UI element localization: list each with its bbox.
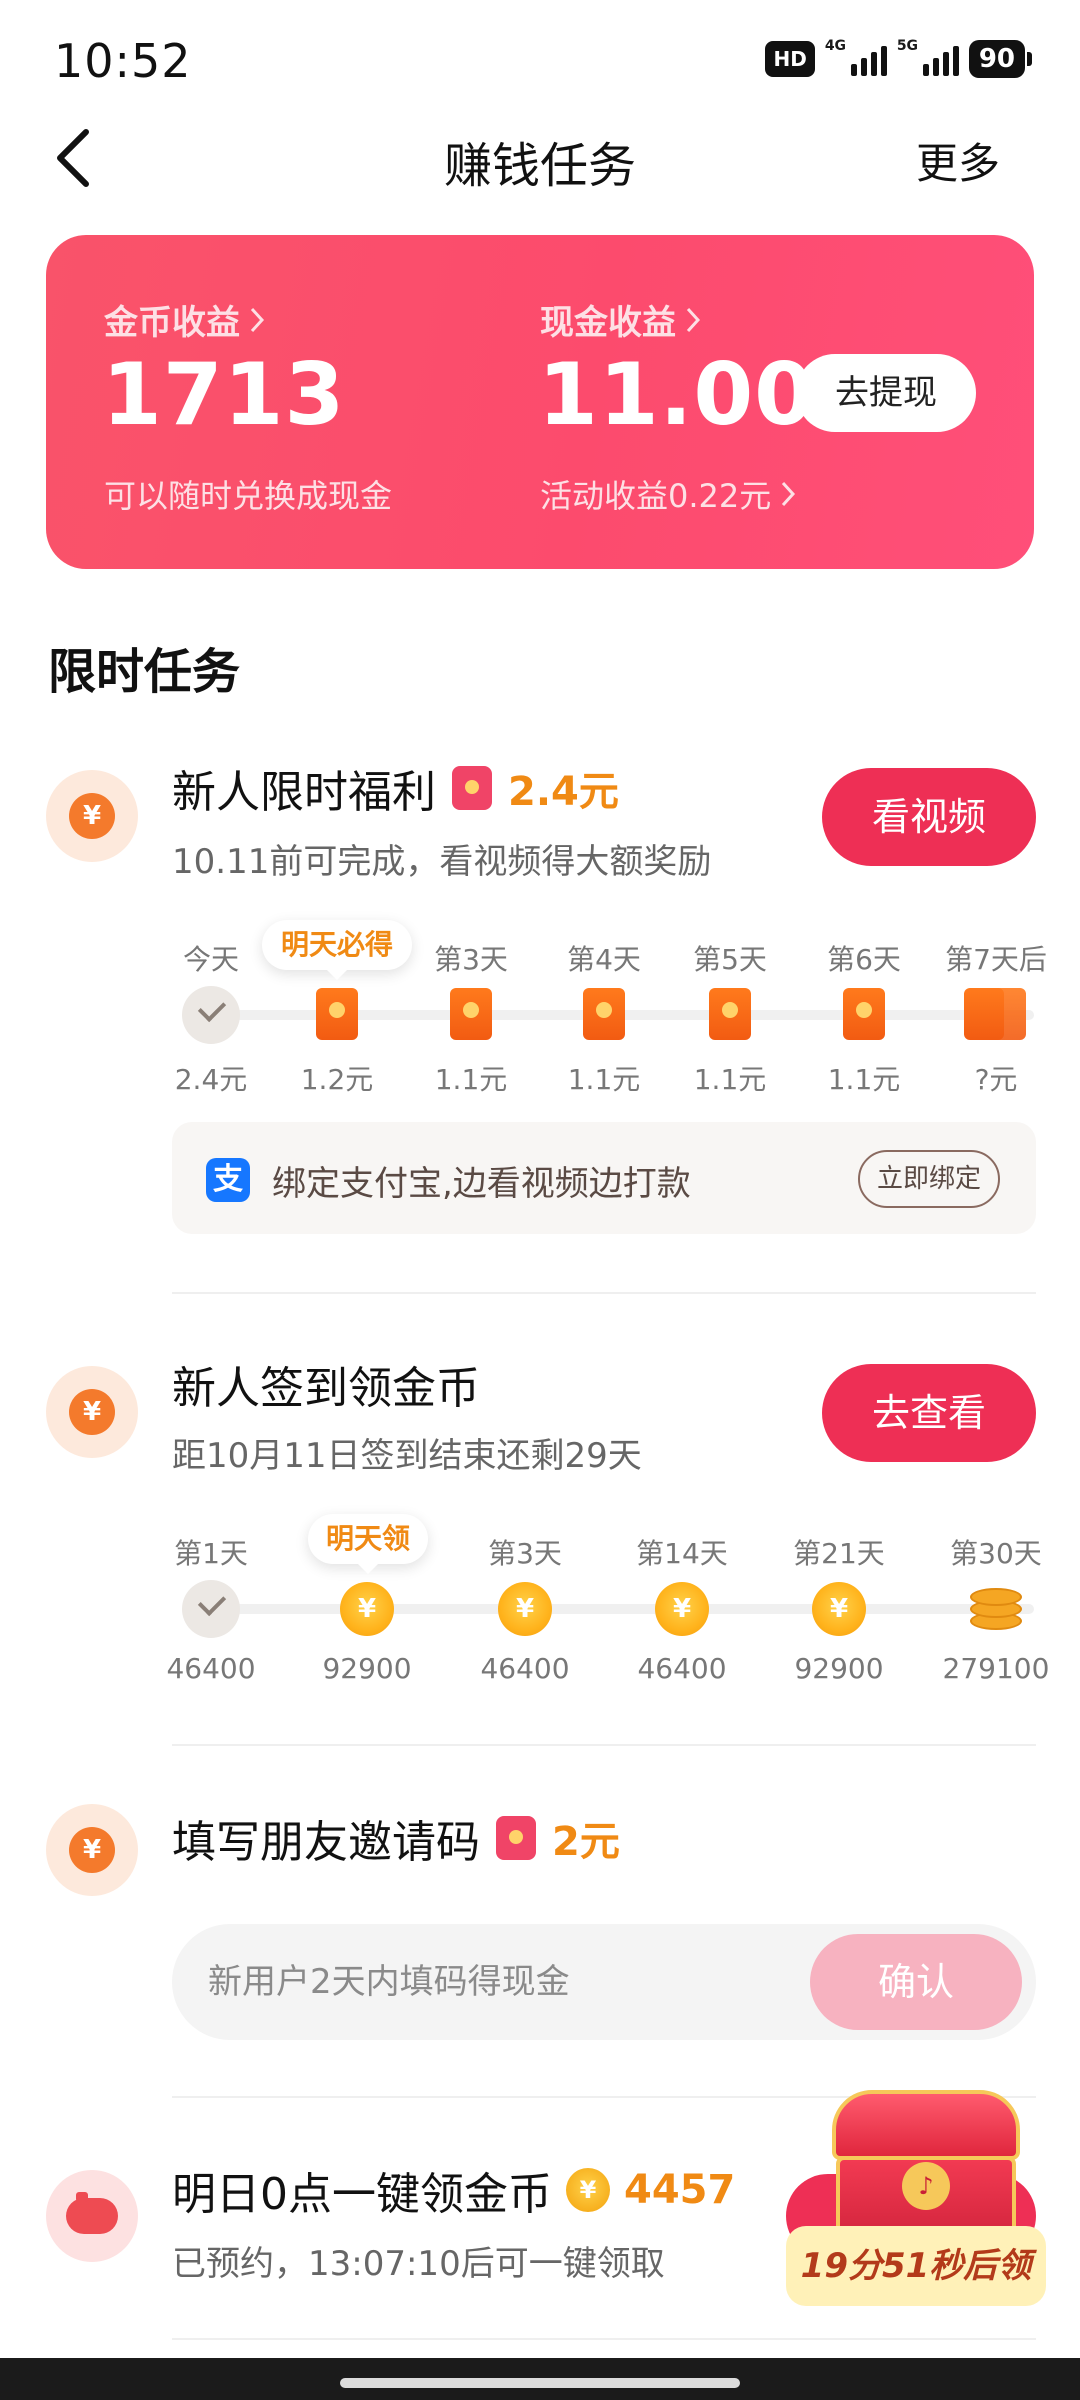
tomorrow-bubble: 明天必得 — [262, 920, 412, 980]
alipay-bind-banner[interactable]: 支 绑定支付宝,边看视频边打款 立即绑定 — [172, 1122, 1036, 1234]
tomorrow-bubble: 明天领 — [308, 1514, 428, 1574]
more-button[interactable]: 更多 — [916, 130, 1000, 191]
chevron-right-icon — [686, 307, 701, 332]
timeline-value: 92900 — [322, 1652, 412, 1685]
task-subtitle: 距10月11日签到结束还剩29天 — [172, 1436, 642, 1476]
timeline-day: 第30天 — [950, 1537, 1042, 1570]
red-packet-icon — [316, 988, 358, 1040]
task-title: 明日0点一键领金币 — [172, 2169, 552, 2220]
signal-4g-icon: 4G — [825, 38, 887, 76]
alipay-icon: 支 — [206, 1158, 250, 1202]
coin-earnings-sub: 可以随时兑换成现金 — [104, 477, 393, 515]
status-icons: HD 4G 5G 90 — [765, 38, 1032, 78]
battery-level: 90 — [968, 40, 1025, 78]
timeline-value: 46400 — [637, 1652, 727, 1685]
coin-earnings-label: 金币收益 — [104, 303, 240, 343]
coin-icon: ¥ — [46, 1366, 138, 1458]
coin-icon: ¥ — [655, 1582, 709, 1636]
bind-now-button[interactable]: 立即绑定 — [858, 1150, 1000, 1208]
chevron-right-icon — [782, 481, 796, 507]
coin-icon: ¥ — [566, 2168, 610, 2212]
signal-4g-label: 4G — [824, 38, 847, 54]
divider — [172, 1744, 1036, 1746]
divider — [172, 1292, 1036, 1294]
red-packets-icon — [964, 988, 1028, 1040]
timeline-day: 第7天后 — [945, 943, 1047, 976]
timeline-value: 46400 — [166, 1652, 256, 1685]
divider — [172, 2338, 1036, 2340]
timeline-value: 279100 — [942, 1652, 1050, 1685]
view-button[interactable]: 去查看 — [822, 1364, 1036, 1462]
task-title: 新人签到领金币 — [172, 1363, 480, 1414]
status-time: 10:52 — [54, 34, 192, 88]
timeline-day: 第21天 — [793, 1537, 885, 1570]
confirm-button[interactable]: 确认 — [810, 1934, 1022, 2030]
coin-stack-icon — [966, 1582, 1026, 1636]
task-title: 新人限时福利 — [172, 767, 436, 818]
timeline-day: 今天 — [182, 943, 239, 976]
task-reward: 2元 — [552, 1819, 620, 1865]
timeline-day: 第1天 — [174, 1537, 248, 1570]
withdraw-button[interactable]: 去提现 — [796, 354, 976, 432]
red-packet-icon — [452, 766, 492, 810]
battery-icon: 90 — [968, 40, 1032, 78]
timeline-day: 第3天 — [434, 943, 508, 976]
invite-code-input[interactable] — [208, 1952, 768, 2012]
coin-icon: ¥ — [340, 1582, 394, 1636]
piggy-bank-icon — [46, 2170, 138, 2262]
red-packet-icon — [709, 988, 751, 1040]
alipay-bind-text: 绑定支付宝,边看视频边打款 — [272, 1164, 691, 1204]
timeline-value: ?元 — [974, 1063, 1018, 1096]
watch-video-button[interactable]: 看视频 — [822, 768, 1036, 866]
activity-earnings-link[interactable]: 活动收益0.22元 — [540, 471, 797, 517]
coin-icon: ¥ — [46, 1804, 138, 1896]
task-title: 填写朋友邀请码 — [172, 1817, 480, 1868]
cash-earnings-value: 11.00 — [538, 345, 816, 445]
cash-earnings-label: 现金收益 — [540, 303, 676, 343]
task-reward: 2.4元 — [508, 769, 619, 815]
task-reward: 4457 — [624, 2167, 736, 2213]
task-subtitle: 已预约，13:07:10后可一键领取 — [172, 2244, 665, 2284]
coin-earnings-link[interactable]: 金币收益 — [104, 295, 266, 344]
cash-earnings-link[interactable]: 现金收益 — [540, 295, 702, 344]
task-title-row: 明日0点一键领金币 ¥ 4457 — [172, 2158, 735, 2222]
coin-icon: ¥ — [812, 1582, 866, 1636]
red-packet-icon — [583, 988, 625, 1040]
check-icon — [182, 986, 240, 1044]
signal-5g-label: 5G — [896, 38, 919, 54]
section-title: 限时任务 — [48, 644, 241, 700]
task-title-row: 填写朋友邀请码 2元 — [172, 1806, 620, 1870]
red-packet-icon — [450, 988, 492, 1040]
task-subtitle: 10.11前可完成，看视频得大额奖励 — [172, 842, 712, 882]
red-packet-icon — [843, 988, 885, 1040]
home-indicator[interactable] — [340, 2378, 740, 2388]
signal-5g-icon: 5G — [897, 38, 959, 76]
red-packet-icon — [496, 1816, 536, 1860]
timeline-day: 第3天 — [488, 1537, 562, 1570]
progress-track — [210, 1604, 1034, 1614]
countdown-badge[interactable]: 19分51秒后领 — [786, 2226, 1046, 2306]
activity-earnings-label: 活动收益0.22元 — [540, 477, 772, 515]
timeline-value: 46400 — [480, 1652, 570, 1685]
timeline-value: 92900 — [794, 1652, 884, 1685]
coin-earnings-value: 1713 — [102, 345, 346, 445]
coin-icon: ¥ — [46, 770, 138, 862]
chevron-right-icon — [250, 307, 265, 332]
timeline-day: 第5天 — [693, 943, 767, 976]
check-icon — [182, 1580, 240, 1638]
timeline-day: 第4天 — [567, 943, 641, 976]
timeline-day: 第6天 — [827, 943, 901, 976]
coin-icon: ¥ — [498, 1582, 552, 1636]
task-title-row: 新人限时福利 2.4元 — [172, 756, 619, 820]
hd-badge: HD — [765, 41, 815, 77]
timeline-day: 第14天 — [636, 1537, 728, 1570]
